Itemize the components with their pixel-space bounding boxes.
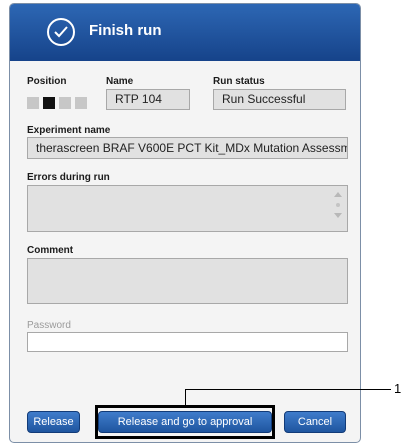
position-slot-2[interactable]	[43, 97, 55, 109]
position-slot-1[interactable]	[27, 97, 39, 109]
position-label: Position	[27, 76, 67, 87]
comment-label: Comment	[27, 245, 74, 256]
cancel-button[interactable]: Cancel	[284, 411, 346, 433]
errors-label: Errors during run	[27, 172, 110, 183]
experiment-name-field: therascreen BRAF V600E PCT Kit_MDx Mutat…	[27, 137, 348, 159]
password-input[interactable]	[27, 332, 348, 352]
scroll-down-icon[interactable]	[334, 213, 342, 218]
run-status-field: Run Successful	[213, 89, 346, 110]
name-label: Name	[106, 76, 134, 87]
scroll-up-icon[interactable]	[334, 192, 342, 197]
finish-run-dialog: Finish run Position Name RTP 104 Run sta…	[9, 3, 361, 443]
experiment-name-label: Experiment name	[27, 125, 111, 136]
position-slot-3[interactable]	[59, 97, 71, 109]
check-circle-icon	[47, 18, 75, 46]
callout-line-horizontal	[185, 389, 391, 390]
callout-highlight-box	[95, 405, 275, 439]
password-label: Password	[27, 320, 71, 331]
dialog-title-bar: Finish run	[10, 4, 360, 61]
callout-line-vertical	[185, 389, 186, 405]
run-status-label: Run status	[213, 76, 265, 87]
release-button[interactable]: Release	[27, 411, 80, 433]
dialog-title: Finish run	[89, 22, 162, 39]
scroll-thumb[interactable]	[336, 203, 340, 207]
callout-number: 1	[394, 381, 402, 396]
name-field: RTP 104	[106, 89, 190, 110]
comment-textarea[interactable]	[27, 258, 348, 304]
errors-textarea	[27, 185, 348, 232]
position-slot-4[interactable]	[75, 97, 87, 109]
